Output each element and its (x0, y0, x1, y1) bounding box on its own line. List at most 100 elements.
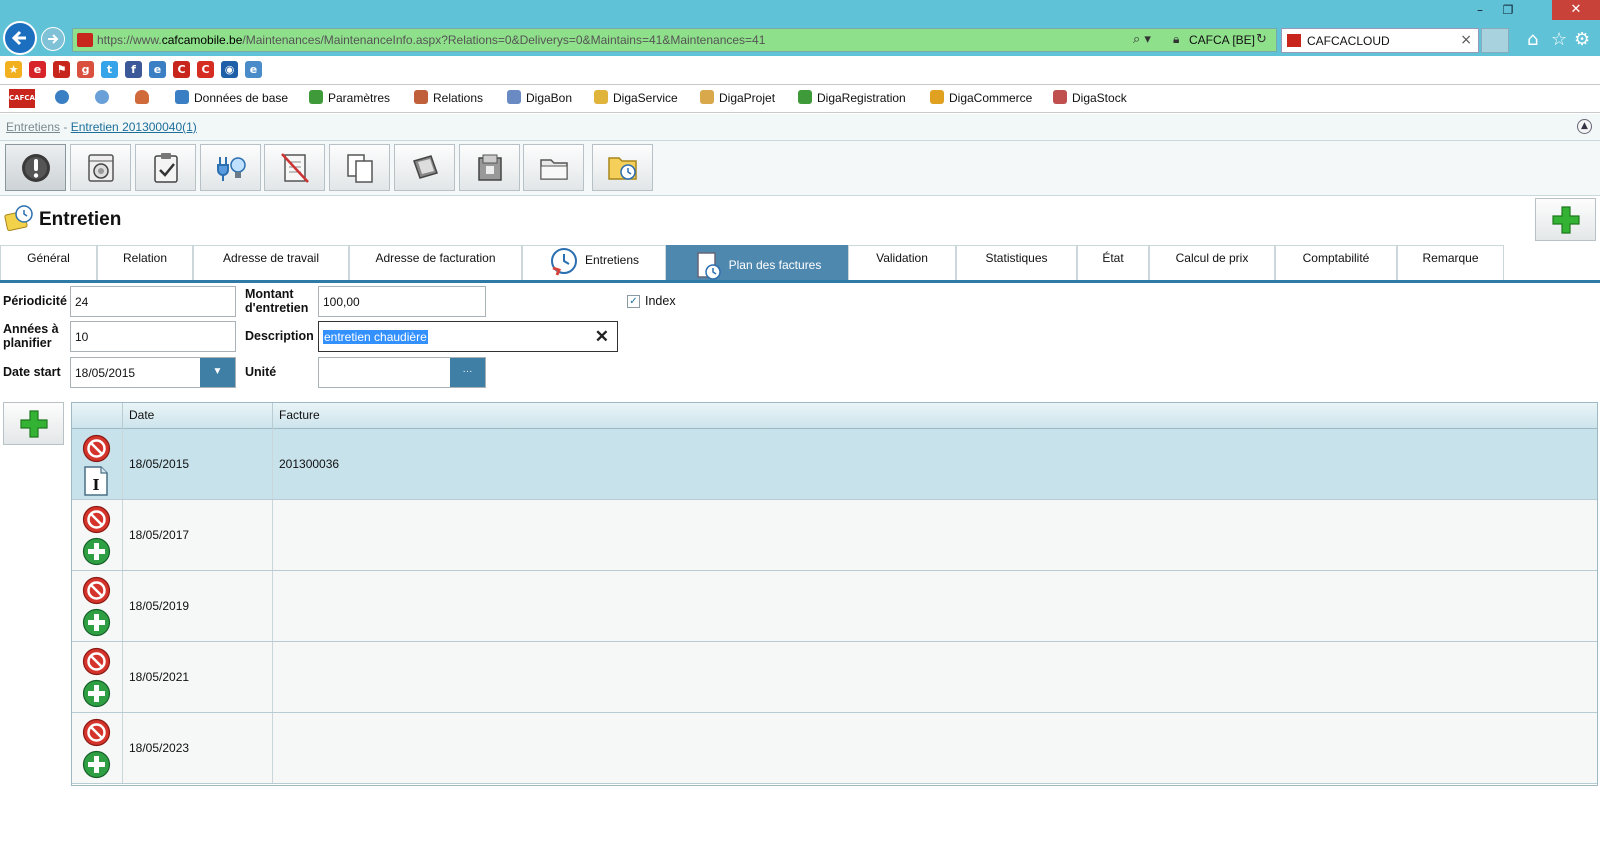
tab-etat[interactable]: État (1077, 245, 1149, 280)
favorite-ie2-icon[interactable]: e (245, 61, 262, 78)
tab-validation[interactable]: Validation (848, 245, 956, 280)
favorite-ie-icon[interactable]: e (149, 61, 166, 78)
invoice-document-icon[interactable]: I (83, 465, 109, 497)
table-row[interactable]: 18/05/2021 (72, 642, 1597, 713)
close-window-button[interactable]: ✕ (1552, 0, 1600, 20)
menu-item-digaregistration[interactable]: DigaRegistration (798, 90, 906, 108)
delete-row-icon[interactable] (82, 576, 111, 605)
new-tab-button[interactable] (1481, 28, 1509, 53)
add-row-button[interactable] (3, 402, 64, 445)
maintenance-folder-button[interactable] (592, 144, 653, 191)
minimize-button[interactable]: – (1466, 2, 1494, 18)
favorite-gplus-icon[interactable]: g (77, 61, 94, 78)
delete-row-icon[interactable] (82, 434, 111, 463)
notebook-button[interactable] (394, 144, 455, 191)
date-start-input[interactable]: 18/05/2015 ▼ (70, 357, 236, 388)
tab-remarque[interactable]: Remarque (1397, 245, 1504, 280)
delete-row-icon[interactable] (82, 718, 111, 747)
annees-input[interactable]: 10 (70, 321, 236, 352)
menu-item-param-tres[interactable]: Paramètres (309, 90, 390, 108)
tab-label: Adresse de travail (222, 251, 320, 265)
tab-relation[interactable]: Relation (97, 245, 193, 280)
periodicite-input[interactable]: 24 (70, 286, 236, 317)
tab-plan-des-factures[interactable]: Plan des factures (666, 245, 848, 280)
unite-input[interactable]: ··· (318, 357, 486, 388)
utilities-button[interactable] (200, 144, 261, 191)
user-menu-icon[interactable] (135, 90, 154, 108)
tab-adresse-de-facturation[interactable]: Adresse de facturation (349, 245, 522, 280)
arrow-left-icon (11, 30, 26, 46)
invoice-plan-grid: Date Facture I 18/05/2015 201300036 18/05/2… (71, 402, 1598, 786)
tab-comptabilite[interactable]: Comptabilité (1275, 245, 1397, 280)
delete-row-icon[interactable] (82, 647, 111, 676)
create-invoice-icon[interactable] (82, 679, 111, 708)
search-icon[interactable]: ⌕ ▾ (1133, 32, 1151, 47)
favorite-cafca-icon[interactable]: C (173, 61, 190, 78)
no-document-button[interactable] (264, 144, 325, 191)
menu-item-label: DigaBon (526, 91, 573, 105)
certificate-label[interactable]: CAFCA [BE] (1189, 33, 1255, 47)
archive-button[interactable] (459, 144, 520, 191)
description-input[interactable]: entretien chaudière ✕ (318, 321, 618, 352)
menu-item-donn-es-de-base[interactable]: Données de base (175, 90, 288, 108)
clear-icon[interactable]: ✕ (595, 327, 609, 347)
menu-item-digaservice[interactable]: DigaService (594, 90, 678, 108)
forward-button[interactable] (41, 27, 65, 51)
unite-lookup-button[interactable]: ··· (450, 358, 485, 387)
washing-machine-button[interactable] (70, 144, 131, 191)
date-dropdown-button[interactable]: ▼ (200, 358, 235, 387)
globe-menu-icon[interactable] (55, 90, 74, 108)
lock-icon[interactable]: 🔒︎ (1173, 32, 1179, 47)
create-invoice-icon[interactable] (82, 750, 111, 779)
favorite-star-icon[interactable]: ★ (5, 61, 22, 78)
restore-button[interactable]: ❐ (1494, 2, 1522, 18)
tab-entretiens[interactable]: Entretiens (522, 245, 666, 280)
sync-menu-icon[interactable] (95, 90, 114, 108)
settings-gear-icon[interactable]: ⚙ (1574, 29, 1590, 50)
checklist-button[interactable] (135, 144, 196, 191)
menu-item-digastock[interactable]: DigaStock (1053, 90, 1127, 108)
table-row[interactable]: 18/05/2017 (72, 500, 1597, 571)
favorite-twitter-icon[interactable]: t (101, 61, 118, 78)
tab-general[interactable]: Général (0, 245, 97, 280)
folder-button[interactable] (523, 144, 584, 191)
table-row[interactable]: I 18/05/2015 201300036 (72, 429, 1597, 500)
browser-tab[interactable]: CAFCACLOUD × (1281, 28, 1479, 53)
cafca-logo[interactable]: CAFCA (9, 89, 35, 108)
home-icon[interactable]: ⌂ (1527, 29, 1538, 50)
create-invoice-icon[interactable] (82, 537, 111, 566)
favorites-star-icon[interactable]: ☆ (1551, 29, 1567, 50)
delete-row-icon[interactable] (82, 505, 111, 534)
breadcrumb-entretiens-link[interactable]: Entretiens (6, 120, 60, 134)
favorite-flag-icon[interactable]: ⚑ (53, 61, 70, 78)
favorite-facebook-icon[interactable]: f (125, 61, 142, 78)
collapse-up-icon[interactable]: ▲ (1577, 119, 1592, 134)
favorite-cafca-c-icon[interactable]: C (197, 61, 214, 78)
montant-input[interactable]: 100,00 (318, 286, 486, 317)
breadcrumb-entretien-link[interactable]: Entretien 201300040(1) (71, 120, 197, 134)
menu-item-digacommerce[interactable]: DigaCommerce (930, 90, 1032, 108)
header-facture[interactable]: Facture (272, 403, 1597, 429)
alert-button[interactable] (5, 144, 66, 191)
address-url[interactable]: https://www.cafcamobile.be/Maintenances/… (97, 33, 765, 47)
favorite-e-icon[interactable]: e (29, 61, 46, 78)
address-bar[interactable]: https://www.cafcamobile.be/Maintenances/… (72, 28, 1277, 52)
tab-calcul-de-prix[interactable]: Calcul de prix (1149, 245, 1275, 280)
menu-item-relations[interactable]: Relations (414, 90, 483, 108)
cell-date: 18/05/2015 (122, 429, 272, 499)
tab-adresse-de-travail[interactable]: Adresse de travail (193, 245, 349, 280)
menu-item-digabon[interactable]: DigaBon (507, 90, 572, 108)
table-row[interactable]: 18/05/2019 (72, 571, 1597, 642)
add-button[interactable] (1535, 198, 1596, 241)
table-row[interactable]: 18/05/2023 (72, 713, 1597, 784)
header-date[interactable]: Date (122, 403, 272, 429)
refresh-icon[interactable]: ↻ (1256, 32, 1267, 47)
favorite-globe-icon[interactable]: ◉ (221, 61, 238, 78)
back-button[interactable] (3, 21, 37, 55)
menu-item-digaprojet[interactable]: DigaProjet (700, 90, 775, 108)
create-invoice-icon[interactable] (82, 608, 111, 637)
tab-close-icon[interactable]: × (1460, 32, 1472, 48)
index-checkbox[interactable]: ✓ (627, 295, 640, 308)
copy-button[interactable] (329, 144, 390, 191)
tab-statistiques[interactable]: Statistiques (956, 245, 1077, 280)
